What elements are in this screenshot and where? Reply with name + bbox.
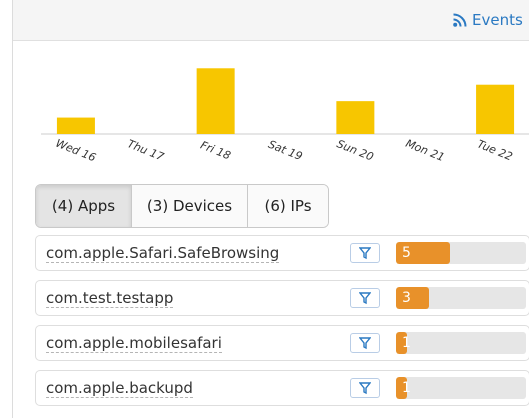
count-bar: 1 xyxy=(396,377,526,399)
bar-fri-18 xyxy=(196,68,235,134)
count-value: 1 xyxy=(402,380,411,396)
tab-devices[interactable]: (3) Devices xyxy=(132,185,248,227)
list-item: com.test.testapp 3 xyxy=(35,280,529,316)
panel-header: Events xyxy=(13,0,529,41)
filter-button[interactable] xyxy=(350,288,380,308)
x-tick-label: Fri 18 xyxy=(198,139,232,163)
count-bar: 3 xyxy=(396,287,526,309)
chart-svg: Wed 16 Thu 17 Fri 18 Sat 19 Sun 20 Mon 21 Tue … xyxy=(41,68,529,165)
count-bar: 5 xyxy=(396,242,526,264)
filter-button[interactable] xyxy=(350,333,380,353)
x-tick-label: Thu 17 xyxy=(125,137,165,163)
count-bar-fill xyxy=(396,287,429,309)
count-value: 3 xyxy=(402,290,411,306)
filter-icon xyxy=(359,247,371,260)
bar-sun-20 xyxy=(336,101,375,134)
filter-button[interactable] xyxy=(350,243,380,263)
activity-panel: Events Wed 16 Thu 17 Fri 18 Sat 19 Sun 20 Mon… xyxy=(12,0,529,418)
list-item: com.apple.backupd 1 xyxy=(35,370,529,406)
tab-ips[interactable]: (6) IPs xyxy=(248,185,328,227)
count-bar: 1 xyxy=(396,332,526,354)
count-value: 5 xyxy=(402,245,411,261)
bar-tue-22 xyxy=(476,84,515,134)
tab-bar: (4) Apps (3) Devices (6) IPs xyxy=(35,184,329,228)
filter-icon xyxy=(359,292,371,305)
daily-events-chart: Wed 16 Thu 17 Fri 18 Sat 19 Sun 20 Mon 21 Tue … xyxy=(13,40,529,180)
apps-list: com.apple.Safari.SafeBrowsing 5 com.test… xyxy=(35,235,529,415)
app-name-link[interactable]: com.apple.mobilesafari xyxy=(46,334,222,353)
list-item: com.apple.mobilesafari 1 xyxy=(35,325,529,361)
events-link[interactable]: Events xyxy=(453,10,523,30)
filter-button[interactable] xyxy=(350,378,380,398)
events-link-label: Events xyxy=(472,11,523,29)
filter-icon xyxy=(359,382,371,395)
app-name-link[interactable]: com.apple.backupd xyxy=(46,379,193,398)
filter-icon xyxy=(359,337,371,350)
rss-icon xyxy=(453,13,467,27)
app-name-link[interactable]: com.test.testapp xyxy=(46,289,174,308)
bar-wed-16 xyxy=(56,117,95,134)
x-tick-label: Mon 21 xyxy=(404,137,447,164)
x-tick-label: Wed 16 xyxy=(54,137,98,165)
app-name-link[interactable]: com.apple.Safari.SafeBrowsing xyxy=(46,244,280,263)
x-tick-label: Sat 19 xyxy=(266,138,304,163)
count-value: 1 xyxy=(402,335,411,351)
tab-apps[interactable]: (4) Apps xyxy=(36,185,132,227)
x-tick-label: Tue 22 xyxy=(475,138,514,164)
list-item: com.apple.Safari.SafeBrowsing 5 xyxy=(35,235,529,271)
x-tick-label: Sun 20 xyxy=(335,137,375,163)
